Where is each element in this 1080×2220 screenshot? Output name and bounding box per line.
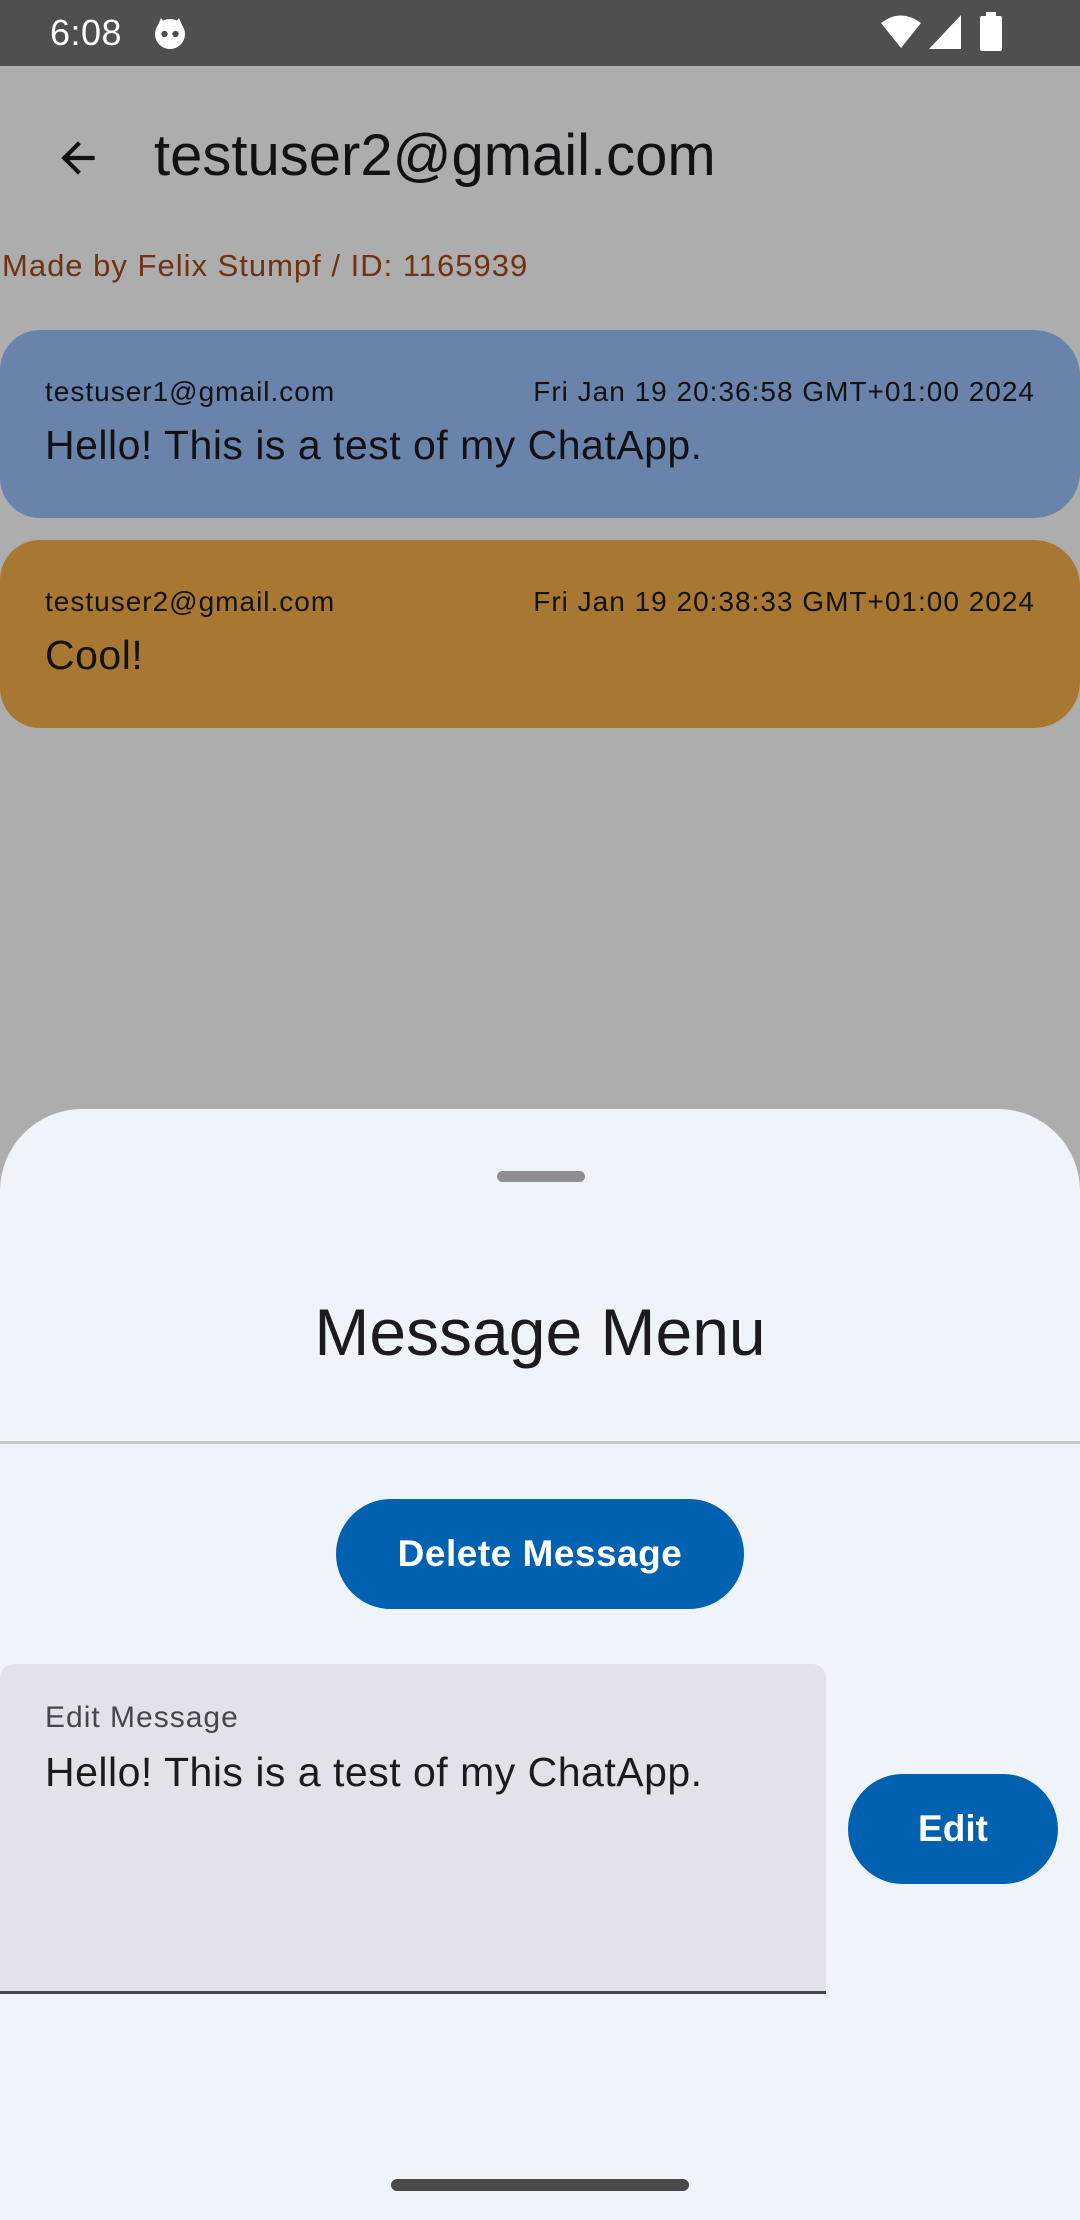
edit-button[interactable]: Edit	[848, 1774, 1058, 1884]
divider	[0, 1441, 1080, 1444]
status-time: 6:08	[50, 12, 123, 53]
edit-message-field[interactable]: Edit Message Hello! This is a test of my…	[0, 1664, 826, 1994]
status-bar: 6:08	[0, 0, 1080, 66]
sheet-title: Message Menu	[314, 1295, 766, 1369]
battery-icon	[980, 12, 1002, 51]
delete-message-button[interactable]: Delete Message	[336, 1499, 744, 1609]
signal-icon	[929, 15, 961, 49]
wifi-icon	[881, 15, 921, 48]
gesture-nav-bar[interactable]	[391, 2179, 689, 2191]
drag-handle[interactable]	[497, 1171, 585, 1182]
edit-message-label: Edit Message	[45, 1701, 239, 1734]
face-icon	[155, 18, 185, 49]
edit-message-input[interactable]: Hello! This is a test of my ChatApp.	[45, 1744, 703, 1800]
message-menu-sheet: Message Menu Delete Message Edit Message…	[0, 1109, 1080, 2220]
